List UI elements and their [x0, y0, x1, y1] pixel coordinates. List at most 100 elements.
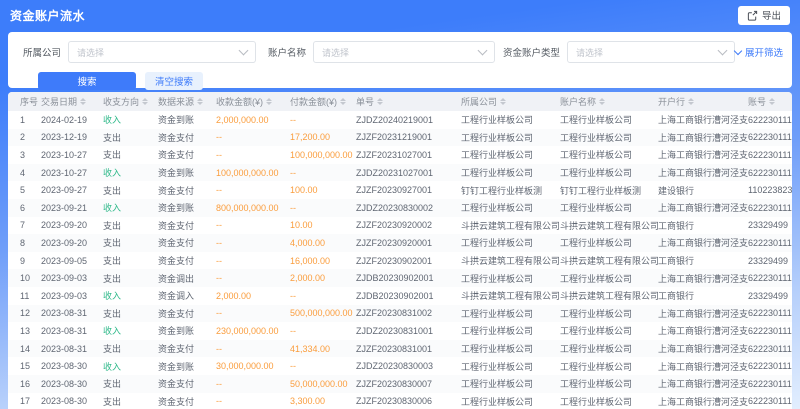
cell-income: 100,000,000.00 — [216, 168, 290, 178]
cell-date: 2023-10-27 — [41, 150, 103, 160]
cell-company: 工程行业样板公司 — [461, 395, 560, 408]
cell-bank: 上海工商银行漕河泾支行 — [658, 342, 748, 355]
account-name-select[interactable]: 请选择 — [313, 41, 495, 63]
cell-order_no: ZJZF20230831001 — [356, 344, 461, 354]
cell-account_no: 622230111 — [748, 361, 792, 371]
cell-index: 3 — [20, 150, 41, 160]
cell-payment: 2,000.00 — [290, 273, 356, 283]
cell-order_no: ZJDZ20231027001 — [356, 168, 461, 178]
cell-account_name: 工程行业样板公司 — [560, 236, 658, 249]
table-row: 32023-10-27支出资金支付--100,000,000.00ZJZF202… — [8, 146, 792, 164]
cell-order_no: ZJZF20230830006 — [356, 396, 461, 406]
cell-payment: 41,334.00 — [290, 344, 356, 354]
cell-company: 工程行业样板公司 — [461, 377, 560, 390]
cell-bank: 上海工商银行漕河泾支行 — [658, 324, 748, 337]
sort-icon[interactable] — [80, 98, 86, 105]
sort-icon[interactable] — [688, 98, 694, 105]
table-row: 102023-09-03支出资金调出--2,000.00ZJDB20230902… — [8, 269, 792, 287]
column-header-label: 付款金额(¥) — [290, 95, 337, 108]
cell-payment: 500,000,000.00 — [290, 308, 356, 318]
export-button[interactable]: 导出 — [738, 6, 790, 25]
column-header-order_no[interactable]: 单号 — [356, 95, 461, 108]
cell-index: 15 — [20, 361, 41, 371]
cell-payment: 100.00 — [290, 185, 356, 195]
cell-date: 2023-09-05 — [41, 256, 103, 266]
cell-index: 9 — [20, 256, 41, 266]
cell-payment: 3,300.00 — [290, 396, 356, 406]
column-header-label: 账户名称 — [560, 95, 596, 108]
cell-date: 2023-08-31 — [41, 326, 103, 336]
cell-date: 2023-09-03 — [41, 291, 103, 301]
cell-payment: 16,000.00 — [290, 256, 356, 266]
column-header-direction[interactable]: 收支方向 — [103, 95, 158, 108]
cell-payment: -- — [290, 115, 356, 125]
cell-order_no: ZJDB20230902001 — [356, 273, 461, 283]
cell-account_no: 110223823 — [748, 185, 792, 195]
column-header-label: 单号 — [356, 95, 374, 108]
clear-search-button[interactable]: 清空搜索 — [145, 72, 203, 90]
expand-filters-link[interactable]: 展开筛选 — [735, 45, 783, 59]
account-name-select-placeholder: 请选择 — [322, 46, 349, 59]
account-type-select[interactable]: 请选择 — [567, 41, 735, 63]
cell-direction: 支出 — [103, 307, 158, 320]
cell-direction: 支出 — [103, 272, 158, 285]
table-row: 22023-12-19支出资金支付--17,200.00ZJZF20231219… — [8, 129, 792, 147]
cell-account_name: 工程行业样板公司 — [560, 148, 658, 161]
cell-order_no: ZJZF20230920002 — [356, 220, 461, 230]
sort-icon[interactable] — [142, 98, 148, 105]
cell-source: 资金支付 — [158, 377, 216, 390]
cell-index: 6 — [20, 203, 41, 213]
filter-field-account-type: 资金账户类型 请选择 — [500, 41, 735, 63]
cell-company: 工程行业样板公司 — [461, 166, 560, 179]
column-header-payment[interactable]: 付款金额(¥) — [290, 95, 356, 108]
company-select[interactable]: 请选择 — [68, 41, 256, 63]
cell-order_no: ZJDZ20230831001 — [356, 326, 461, 336]
cell-payment: -- — [290, 168, 356, 178]
export-icon — [747, 10, 758, 21]
cell-payment: 10.00 — [290, 220, 356, 230]
export-button-label: 导出 — [762, 8, 781, 22]
cell-order_no: ZJZF20230902001 — [356, 256, 461, 266]
cell-direction: 收入 — [103, 324, 158, 337]
cell-account_name: 工程行业样板公司 — [560, 377, 658, 390]
table-row: 42023-10-27收入资金到账100,000,000.00--ZJDZ202… — [8, 164, 792, 182]
transactions-table: 序号交易日期收支方向数据来源收款金额(¥) 付款金额(¥) 单号 所属公司账户名称 开户… — [8, 92, 792, 409]
cell-account_name: 工程行业样板公司 — [560, 307, 658, 320]
cell-company: 钉钉工程行业样板测 — [461, 184, 560, 197]
sort-icon[interactable] — [769, 98, 775, 105]
sort-icon[interactable] — [340, 98, 346, 105]
cell-bank: 上海工商银行漕河泾支行 — [658, 360, 748, 373]
sort-icon[interactable] — [500, 98, 506, 105]
cell-account_name: 斗拱云建筑工程有限公司 — [560, 289, 658, 302]
cell-income: -- — [216, 132, 290, 142]
cell-income: -- — [216, 256, 290, 266]
column-header-account_name[interactable]: 账户名称 — [560, 95, 658, 108]
cell-account_name: 工程行业样板公司 — [560, 166, 658, 179]
column-header-index: 序号 — [20, 95, 41, 108]
page-background: 资金账户流水 导出 所属公司 请选择 账户名称 — [0, 0, 800, 409]
search-button[interactable]: 搜索 — [38, 72, 136, 90]
sort-icon[interactable] — [377, 98, 383, 105]
cell-account_name: 工程行业样板公司 — [560, 272, 658, 285]
cell-income: 800,000,000.00 — [216, 203, 290, 213]
column-header-income[interactable]: 收款金额(¥) — [216, 95, 290, 108]
cell-income: -- — [216, 238, 290, 248]
column-header-date[interactable]: 交易日期 — [41, 95, 103, 108]
cell-bank: 上海工商银行漕河泾支行 — [658, 113, 748, 126]
chevron-down-icon — [734, 47, 742, 55]
cell-account_no: 622230111 — [748, 308, 792, 318]
column-header-source[interactable]: 数据来源 — [158, 95, 216, 108]
sort-icon[interactable] — [197, 98, 203, 105]
column-header-label: 收款金额(¥) — [216, 95, 263, 108]
chevron-down-icon — [718, 46, 728, 56]
sort-icon[interactable] — [266, 98, 272, 105]
column-header-account_no[interactable]: 账号 — [748, 95, 792, 108]
table-row: 92023-09-05支出资金支付--16,000.00ZJZF20230902… — [8, 252, 792, 270]
column-header-bank[interactable]: 开户行 — [658, 95, 748, 108]
filter-row: 所属公司 请选择 账户名称 请选择 资金账户类型 请选择 — [8, 40, 792, 64]
sort-icon[interactable] — [599, 98, 605, 105]
cell-date: 2023-09-20 — [41, 238, 103, 248]
column-header-company[interactable]: 所属公司 — [461, 95, 560, 108]
cell-company: 工程行业样板公司 — [461, 307, 560, 320]
cell-account_no: 622230111 — [748, 150, 792, 160]
